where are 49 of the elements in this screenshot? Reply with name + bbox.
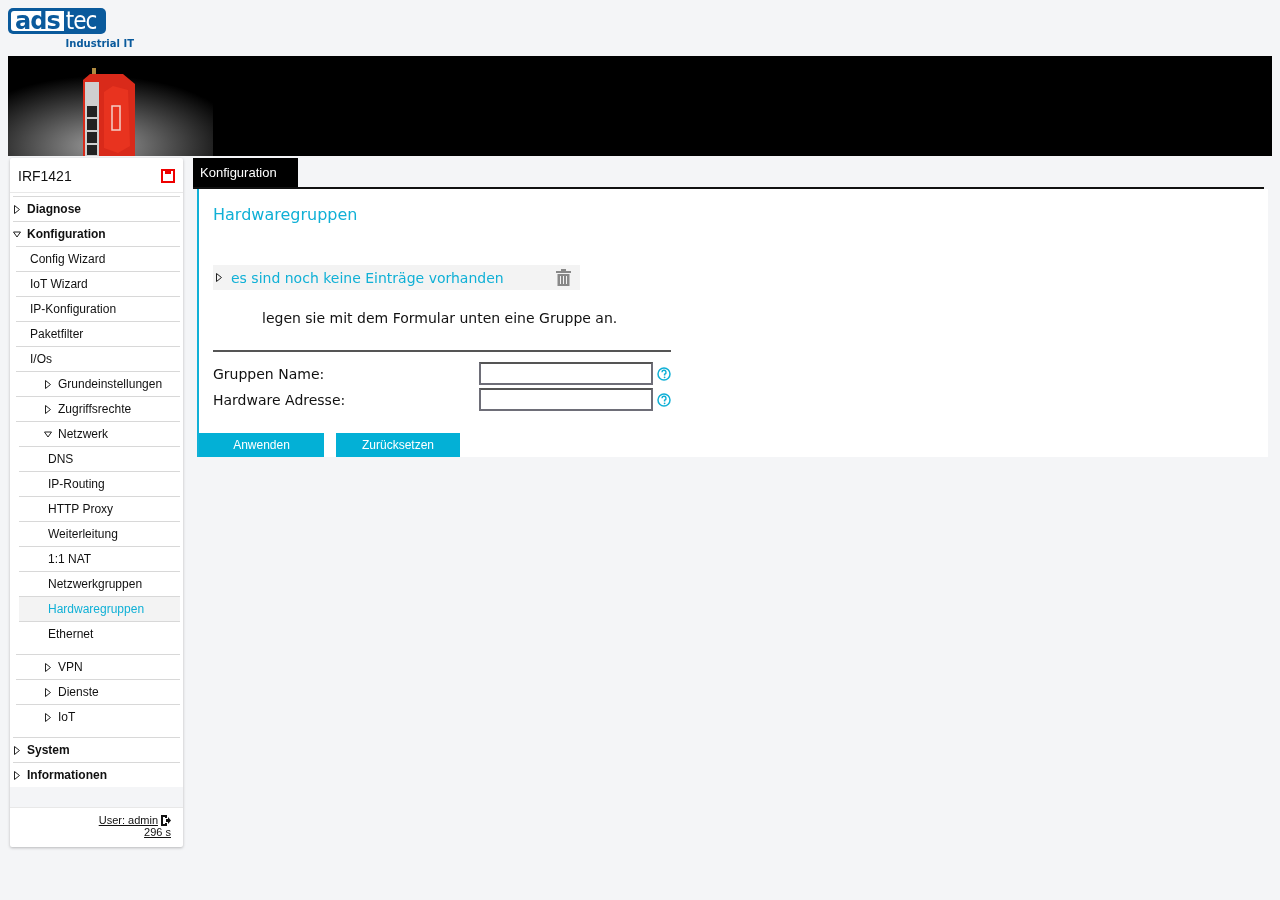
nav-item[interactable]: Paketfilter [16, 321, 180, 346]
caret-right-icon [13, 204, 21, 214]
nav-item[interactable]: Dienste [16, 679, 180, 704]
caret-right-icon [13, 770, 21, 780]
nav-item[interactable]: Weiterleitung [19, 521, 180, 546]
nav-item[interactable]: IP-Konfiguration [16, 296, 180, 321]
device-name: IRF1421 [18, 168, 72, 184]
nav-item[interactable]: Grundeinstellungen [16, 371, 180, 396]
field-label: Gruppen Name: [213, 365, 326, 382]
input-field[interactable] [479, 388, 653, 411]
nav-item[interactable]: IoT [16, 704, 180, 729]
logo: ads tec [8, 8, 106, 34]
nav-item[interactable]: Diagnose [13, 196, 180, 221]
input-field[interactable] [479, 362, 653, 385]
page-title: Hardwaregruppen [213, 205, 359, 224]
trash-icon[interactable] [556, 269, 571, 286]
session-timer[interactable]: 296 s [144, 826, 171, 838]
save-icon[interactable] [161, 169, 175, 183]
nav-item[interactable]: Konfiguration [13, 221, 180, 246]
caret-right-icon [44, 404, 52, 414]
nav-item[interactable]: DNS [19, 446, 180, 471]
nav-item[interactable]: IP-Routing [19, 471, 180, 496]
caret-right-icon [44, 687, 52, 697]
nav-item[interactable]: I/Os [16, 346, 180, 371]
logo-tagline: Industrial IT [65, 38, 134, 49]
nav-item[interactable]: Ethernet [19, 621, 180, 646]
nav-item[interactable]: Config Wizard [16, 246, 180, 271]
nav-item[interactable]: Netzwerk [16, 421, 180, 446]
caret-down-icon [13, 229, 21, 239]
caret-right-icon [215, 273, 223, 282]
help-icon[interactable] [657, 392, 671, 407]
empty-message: es sind noch keine Einträge vorhanden [231, 269, 505, 286]
nav-item[interactable]: System [13, 737, 180, 762]
caret-right-icon [44, 662, 52, 672]
caret-right-icon [44, 712, 52, 722]
caret-down-icon [44, 429, 52, 439]
caret-right-icon [44, 379, 52, 389]
field-label: Hardware Adresse: [213, 391, 347, 408]
nav-item[interactable]: VPN [16, 654, 180, 679]
nav-item[interactable]: Zugriffsrechte [16, 396, 180, 421]
hint-text: legen sie mit dem Formular unten eine Gruppe an. [262, 310, 619, 326]
user-link[interactable]: User: admin [98, 814, 171, 826]
tab[interactable]: Konfiguration [193, 158, 298, 187]
logout-icon [160, 814, 171, 826]
help-icon[interactable] [657, 366, 671, 381]
caret-right-icon [13, 745, 21, 755]
nav-item[interactable]: IoT Wizard [16, 271, 180, 296]
nav-item[interactable]: 1:1 NAT [19, 546, 180, 571]
nav-item[interactable]: HTTP Proxy [19, 496, 180, 521]
